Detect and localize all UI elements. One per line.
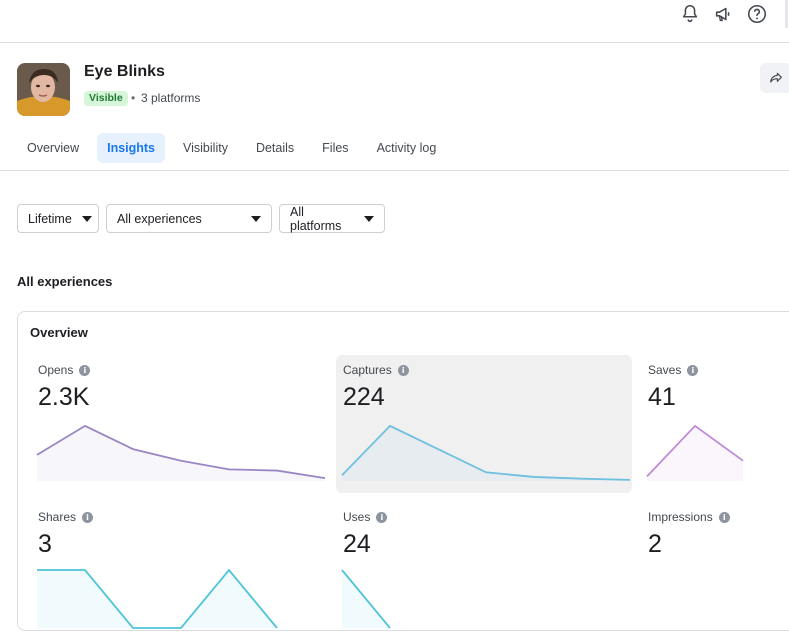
uses-sparkline [341,569,391,629]
info-icon[interactable]: i [82,511,94,523]
time-range-dropdown[interactable]: Lifetime [17,204,99,233]
info-icon[interactable]: i [79,364,91,376]
tabs-divider [0,170,789,171]
impressions-sparkline [641,562,789,642]
platform-count: 3 platforms [141,91,201,105]
top-bar [0,0,789,43]
tab-bar: Overview Insights Visibility Details Fil… [17,133,454,163]
saves-sparkline [646,424,744,481]
opens-sparkline [36,424,326,481]
metric-captures[interactable]: Captures i 224 [336,355,632,493]
sparkline-area [37,570,277,628]
metric-value: 3 [38,530,52,558]
metric-label: Impressions [648,510,713,524]
chevron-down-icon [81,215,92,222]
metric-label: Uses [343,510,371,524]
tab-details[interactable]: Details [246,133,304,163]
metric-uses[interactable]: Uses i 24 [336,502,632,640]
effect-title: Eye Blinks [84,63,165,80]
metric-value: 2.3K [38,383,90,411]
section-title: All experiences [17,274,113,289]
info-icon[interactable]: i [718,511,730,523]
metric-value: 41 [648,383,676,411]
info-icon[interactable]: i [376,511,388,523]
tab-overview[interactable]: Overview [17,133,89,163]
overview-title: Overview [30,325,88,340]
metric-label: Opens [38,363,74,377]
share-button[interactable] [760,63,789,93]
meta-separator: • [131,91,136,105]
shares-sparkline [37,568,278,629]
effect-thumbnail [17,63,70,116]
metric-value: 2 [648,530,662,558]
captures-sparkline [341,424,631,481]
metric-label: Captures [343,363,392,377]
tab-activity-log[interactable]: Activity log [367,133,447,163]
tab-visibility[interactable]: Visibility [173,133,238,163]
metric-label: Shares [38,510,77,524]
megaphone-icon[interactable] [713,3,735,25]
metric-shares[interactable]: Shares i 3 [31,502,327,640]
metric-value: 24 [343,530,371,558]
experience-value: All experiences [117,211,202,226]
metric-impressions[interactable]: Impressions i 2 [641,502,789,640]
bell-icon[interactable] [679,3,701,25]
sparkline-area [37,425,325,481]
tab-insights[interactable]: Insights [97,133,166,163]
share-icon [770,72,782,83]
metric-value: 224 [343,383,385,411]
info-icon[interactable]: i [687,364,699,376]
chevron-down-icon [364,215,374,222]
metric-opens[interactable]: Opens i 2.3K [31,355,327,493]
sparkline-area [647,425,743,481]
metric-label: Saves [648,363,682,377]
status-badge: Visible [84,91,128,106]
top-bar-divider [785,0,788,28]
help-icon[interactable] [746,3,768,25]
chevron-down-icon [251,215,261,222]
platform-value: All platforms [290,204,342,233]
platform-dropdown[interactable]: All platforms [279,204,385,233]
time-range-value: Lifetime [28,211,72,226]
experience-dropdown[interactable]: All experiences [106,204,272,233]
info-icon[interactable]: i [397,364,409,376]
tab-files[interactable]: Files [312,133,358,163]
metric-saves[interactable]: Saves i 41 [641,355,789,493]
